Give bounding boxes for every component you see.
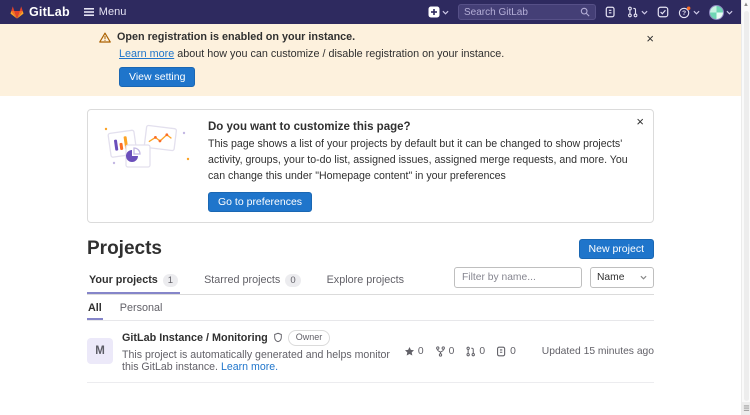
page-scrollbar[interactable]: ▲	[741, 0, 750, 415]
projects-tabs: Your projects 1 Starred projects 0 Explo…	[87, 266, 654, 295]
star-icon	[404, 346, 415, 357]
customize-card-title: Do you want to customize this page?	[208, 121, 641, 133]
fork-icon	[435, 346, 446, 357]
updated-timestamp: Updated 15 minutes ago	[542, 346, 654, 357]
subtab-personal[interactable]: Personal	[119, 295, 164, 320]
starred-projects-count-badge: 0	[285, 274, 300, 287]
gitlab-tanuki-icon	[10, 6, 24, 19]
projects-subtabs: All Personal	[87, 295, 654, 321]
issues-count: 0	[510, 346, 516, 357]
help-nav-button[interactable]: ?	[678, 6, 700, 19]
project-list-item[interactable]: M GitLab Instance / Monitoring Owner Thi…	[87, 321, 654, 383]
warning-triangle-icon	[99, 32, 111, 43]
issues-stat[interactable]: 0	[496, 346, 516, 357]
todo-check-icon	[657, 6, 669, 18]
filter-by-name-input[interactable]	[454, 267, 582, 288]
todos-nav-button[interactable]	[657, 6, 669, 18]
sort-value: Name	[597, 272, 624, 283]
your-projects-count-badge: 1	[163, 274, 178, 287]
project-avatar: M	[87, 338, 113, 364]
chevron-down-icon	[693, 10, 700, 15]
issues-nav-button[interactable]	[605, 6, 617, 18]
menu-label: Menu	[99, 6, 127, 18]
help-question-icon: ?	[678, 6, 691, 19]
customize-card-body: This page shows a list of your projects …	[208, 137, 641, 185]
scrollbar-down-button[interactable]	[742, 402, 750, 415]
chevron-down-icon	[726, 10, 733, 15]
go-to-preferences-button[interactable]: Go to preferences	[208, 192, 312, 212]
customize-page-card: Do you want to customize this page? This…	[87, 109, 654, 223]
project-info: GitLab Instance / Monitoring Owner This …	[122, 330, 404, 373]
chevron-down-icon	[640, 275, 647, 280]
forks-stat[interactable]: 0	[435, 346, 455, 357]
owner-role-badge: Owner	[288, 330, 331, 346]
issues-icon	[605, 6, 617, 18]
brand-wordmark: GitLab	[29, 5, 70, 19]
sort-dropdown[interactable]: Name	[590, 267, 654, 288]
registration-alert-banner: Open registration is enabled on your ins…	[0, 24, 741, 96]
charts-illustration	[98, 119, 194, 171]
stars-count: 0	[418, 346, 424, 357]
plus-square-icon	[428, 6, 440, 18]
top-navbar: GitLab Menu	[0, 0, 741, 24]
issues-icon	[496, 346, 507, 357]
alert-body-text: about how you can customize / disable re…	[174, 48, 504, 60]
search-icon	[580, 7, 590, 17]
tab-explore-projects[interactable]: Explore projects	[325, 266, 406, 293]
navbar-right: ?	[428, 4, 733, 20]
forks-count: 0	[449, 346, 455, 357]
chevron-down-icon	[641, 10, 648, 15]
user-avatar	[709, 5, 724, 20]
gitlab-page: GitLab Menu	[0, 0, 741, 415]
shield-icon	[273, 332, 283, 343]
merge-request-icon	[465, 346, 476, 357]
stars-stat[interactable]: 0	[404, 346, 424, 357]
merge-requests-stat[interactable]: 0	[465, 346, 485, 357]
merge-requests-count: 0	[479, 346, 485, 357]
new-menu-button[interactable]	[428, 6, 449, 18]
project-name-link[interactable]: GitLab Instance / Monitoring	[122, 332, 268, 344]
learn-more-link[interactable]: Learn more	[119, 48, 174, 60]
tab-label: Explore projects	[327, 274, 404, 286]
page-title: Projects	[87, 238, 162, 260]
project-learn-more-link[interactable]: Learn more.	[221, 361, 278, 373]
gitlab-logo-link[interactable]: GitLab	[10, 5, 70, 19]
hamburger-icon	[84, 8, 94, 16]
alert-title: Open registration is enabled on your ins…	[117, 31, 355, 43]
card-close-icon[interactable]: ×	[636, 115, 644, 128]
scrollbar-down-arrow-icon	[743, 405, 750, 412]
main-content: Do you want to customize this page? This…	[87, 96, 654, 415]
customize-card-content: Do you want to customize this page? This…	[208, 119, 641, 212]
project-stats: 0 0	[404, 346, 516, 357]
subtab-all[interactable]: All	[87, 295, 103, 320]
svg-text:?: ?	[682, 10, 686, 17]
global-search[interactable]	[458, 4, 596, 20]
chevron-down-icon	[442, 10, 449, 15]
view-setting-button[interactable]: View setting	[119, 67, 195, 87]
search-input[interactable]	[464, 7, 580, 18]
scrollbar-up-arrow[interactable]: ▲	[743, 0, 749, 10]
menu-button[interactable]: Menu	[84, 6, 127, 18]
tab-label: Your projects	[89, 274, 158, 286]
tab-label: Starred projects	[204, 274, 280, 286]
merge-request-icon	[626, 6, 639, 18]
scrollbar-thumb[interactable]	[744, 11, 749, 401]
merge-requests-nav-button[interactable]	[626, 6, 648, 18]
tab-starred-projects[interactable]: Starred projects 0	[202, 266, 303, 294]
project-description: This project is automatically generated …	[122, 349, 404, 373]
tab-your-projects[interactable]: Your projects 1	[87, 266, 180, 294]
new-project-button[interactable]: New project	[579, 239, 654, 259]
alert-body: Learn more about how you can customize /…	[119, 48, 654, 60]
alert-close-icon[interactable]: ×	[646, 32, 654, 45]
user-menu-button[interactable]	[709, 5, 733, 20]
